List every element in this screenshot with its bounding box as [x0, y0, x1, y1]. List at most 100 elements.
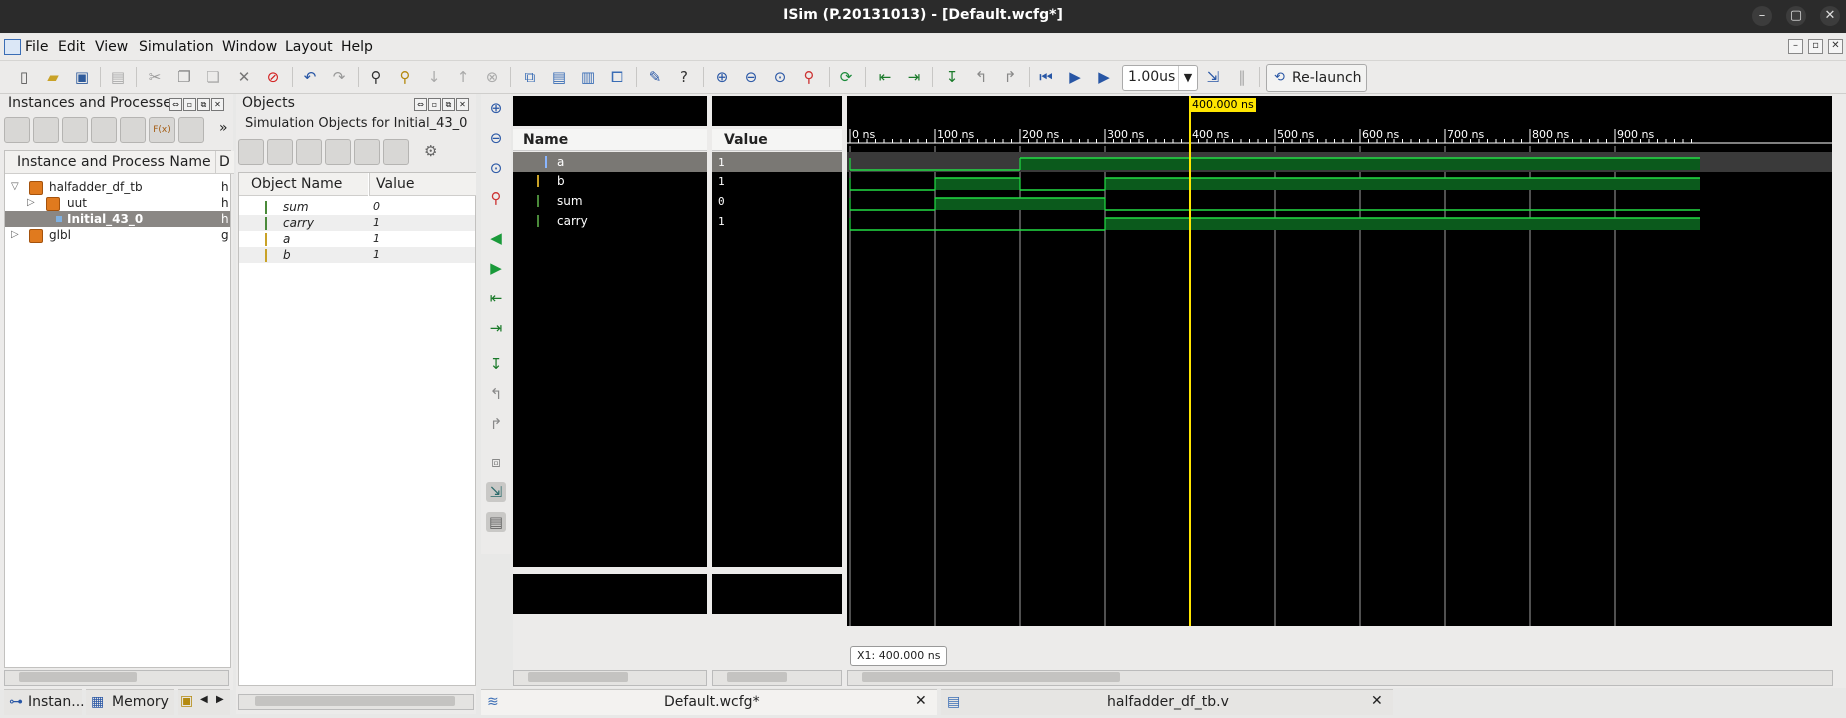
- arrow-up-icon[interactable]: ↑: [453, 67, 473, 87]
- hierarchy-view-icon[interactable]: ▤: [486, 512, 506, 532]
- mdi-minimize-button[interactable]: –: [1788, 39, 1803, 54]
- print-icon[interactable]: ▤: [108, 67, 128, 87]
- clear-icon[interactable]: ⊗: [482, 67, 502, 87]
- col-wave-name[interactable]: Name: [513, 129, 707, 151]
- zoom-cursor-icon[interactable]: ⚲: [486, 188, 506, 208]
- zoom-in-icon[interactable]: ⊕: [486, 98, 506, 118]
- wave-signal-name[interactable]: a: [557, 155, 564, 169]
- objects-hscroll[interactable]: [238, 694, 474, 710]
- toolbar-process-icon[interactable]: [120, 117, 146, 143]
- step-into-icon[interactable]: ↧: [942, 67, 962, 87]
- zoom-fit-icon[interactable]: ⊙: [486, 158, 506, 178]
- overflow-chevron-icon[interactable]: »: [219, 120, 228, 136]
- instances-hscroll[interactable]: [4, 670, 229, 686]
- cursor-time-label[interactable]: 400.000 ns: [1190, 98, 1256, 112]
- new-file-icon[interactable]: ▯: [14, 67, 34, 87]
- tab-left-arrow-icon[interactable]: ◀: [200, 694, 208, 705]
- float-window-icon[interactable]: ⧠: [607, 67, 627, 87]
- wave-row[interactable]: [521, 154, 555, 170]
- tab-instances[interactable]: ⊶ Instan...: [4, 689, 85, 715]
- wave-hscroll[interactable]: [847, 670, 1833, 686]
- tree-row-glbl[interactable]: ▷ glbl g: [5, 227, 230, 243]
- cut-icon[interactable]: ✂: [145, 67, 165, 87]
- close-tab-icon[interactable]: ✕: [915, 693, 927, 709]
- close-button[interactable]: ✕: [1820, 6, 1840, 26]
- paste-icon[interactable]: ❏: [203, 67, 223, 87]
- toolbar-list-icon[interactable]: [178, 117, 204, 143]
- zoom-in-icon[interactable]: ⊕: [712, 67, 732, 87]
- wave-signal-name[interactable]: carry: [557, 214, 588, 228]
- col-instance-name[interactable]: Instance and Process Name: [5, 151, 225, 174]
- object-row[interactable]: a 1: [239, 231, 475, 247]
- settings-gear-icon[interactable]: ⚙: [424, 142, 442, 160]
- panel-maximize-icon[interactable]: ⧉: [442, 98, 455, 111]
- menu-layout[interactable]: Layout: [285, 39, 333, 55]
- run-all-icon[interactable]: ▶: [1065, 67, 1085, 87]
- menu-simulation[interactable]: Simulation: [139, 39, 214, 55]
- panel-float-icon[interactable]: ⇔: [169, 98, 182, 111]
- go-to-previous-icon[interactable]: ⇤: [875, 67, 895, 87]
- panel-close-icon[interactable]: ✕: [211, 98, 224, 111]
- tree-row-uut[interactable]: ▷ uut h: [5, 195, 230, 211]
- object-row[interactable]: b 1: [239, 247, 475, 263]
- undo-icon[interactable]: ↶: [300, 67, 320, 87]
- step-icon[interactable]: ⇲: [1203, 67, 1223, 87]
- filter-internal-icon[interactable]: [325, 139, 351, 165]
- copy-icon[interactable]: ❐: [174, 67, 194, 87]
- redo-icon[interactable]: ↷: [329, 67, 349, 87]
- collapse-arrow-icon[interactable]: ▷: [27, 195, 35, 211]
- menu-view[interactable]: View: [95, 39, 128, 55]
- tree-row-initial[interactable]: Initial_43_0 h: [5, 211, 230, 227]
- next-transition-icon[interactable]: ⇥: [486, 318, 506, 338]
- object-row[interactable]: sum 0: [239, 199, 475, 215]
- filter-output-icon[interactable]: [267, 139, 293, 165]
- save-icon[interactable]: ▣: [72, 67, 92, 87]
- stop-icon[interactable]: ⊘: [263, 67, 283, 87]
- add-marker-icon[interactable]: ↧: [486, 354, 506, 374]
- step-over-icon[interactable]: ↱: [1000, 67, 1020, 87]
- expand-arrow-icon[interactable]: ▽: [11, 179, 19, 195]
- tile-vertical-icon[interactable]: ▥: [578, 67, 598, 87]
- tile-horizontal-icon[interactable]: ▤: [549, 67, 569, 87]
- tab-right-arrow-icon[interactable]: ▶: [216, 694, 224, 705]
- maximize-button[interactable]: ▢: [1786, 6, 1806, 26]
- cursor-mode-icon[interactable]: ⇲: [486, 482, 506, 502]
- col-d[interactable]: D: [215, 151, 234, 174]
- tab-overflow[interactable]: ▣ ◀ ▶: [178, 689, 230, 715]
- zoom-out-icon[interactable]: ⊖: [741, 67, 761, 87]
- cascade-windows-icon[interactable]: ⧉: [520, 67, 540, 87]
- zoom-fit-icon[interactable]: ⊙: [770, 67, 790, 87]
- toolbar-function-icon[interactable]: F(x): [149, 117, 175, 143]
- run-time-select[interactable]: 1.00us ▼: [1122, 65, 1198, 91]
- refresh-icon[interactable]: ⟳: [836, 67, 856, 87]
- filter-variable-icon[interactable]: [383, 139, 409, 165]
- toolbar-module-icon[interactable]: [62, 117, 88, 143]
- prev-transition-icon[interactable]: ⇤: [486, 288, 506, 308]
- minimize-button[interactable]: –: [1752, 6, 1772, 26]
- chevron-down-icon[interactable]: ▼: [1178, 66, 1197, 90]
- relaunch-button[interactable]: ⟲ Re-launch: [1266, 64, 1367, 92]
- mdi-close-button[interactable]: ✕: [1828, 39, 1843, 54]
- find-icon[interactable]: ⚲: [366, 67, 386, 87]
- menu-edit[interactable]: Edit: [58, 39, 85, 55]
- go-to-next-icon[interactable]: ⇥: [904, 67, 924, 87]
- name-hscroll[interactable]: [513, 670, 707, 686]
- col-wave-value[interactable]: Value: [712, 129, 842, 151]
- zoom-cursor-icon[interactable]: ⚲: [799, 67, 819, 87]
- menu-file[interactable]: File: [25, 39, 48, 55]
- toolbar-db-icon[interactable]: [4, 117, 30, 143]
- arrow-down-icon[interactable]: ↓: [424, 67, 444, 87]
- delete-icon[interactable]: ✕: [234, 67, 254, 87]
- step-back-icon[interactable]: ↰: [971, 67, 991, 87]
- object-row[interactable]: carry 1: [239, 215, 475, 231]
- context-help-icon[interactable]: ?: [674, 67, 694, 87]
- settings-wrench-icon[interactable]: ✎: [645, 67, 665, 87]
- run-for-time-icon[interactable]: ▶: [1094, 67, 1114, 87]
- tab-wcfg[interactable]: ≋ Default.wcfg* ✕: [481, 689, 937, 715]
- mdi-restore-button[interactable]: ▫: [1808, 39, 1823, 54]
- snap-icon[interactable]: ⧈: [486, 452, 506, 472]
- panel-restore-icon[interactable]: ▫: [428, 98, 441, 111]
- panel-restore-icon[interactable]: ▫: [183, 98, 196, 111]
- tree-row-halfadder[interactable]: ▽ halfadder_df_tb h: [5, 179, 230, 195]
- col-object-name[interactable]: Object Name: [239, 173, 368, 196]
